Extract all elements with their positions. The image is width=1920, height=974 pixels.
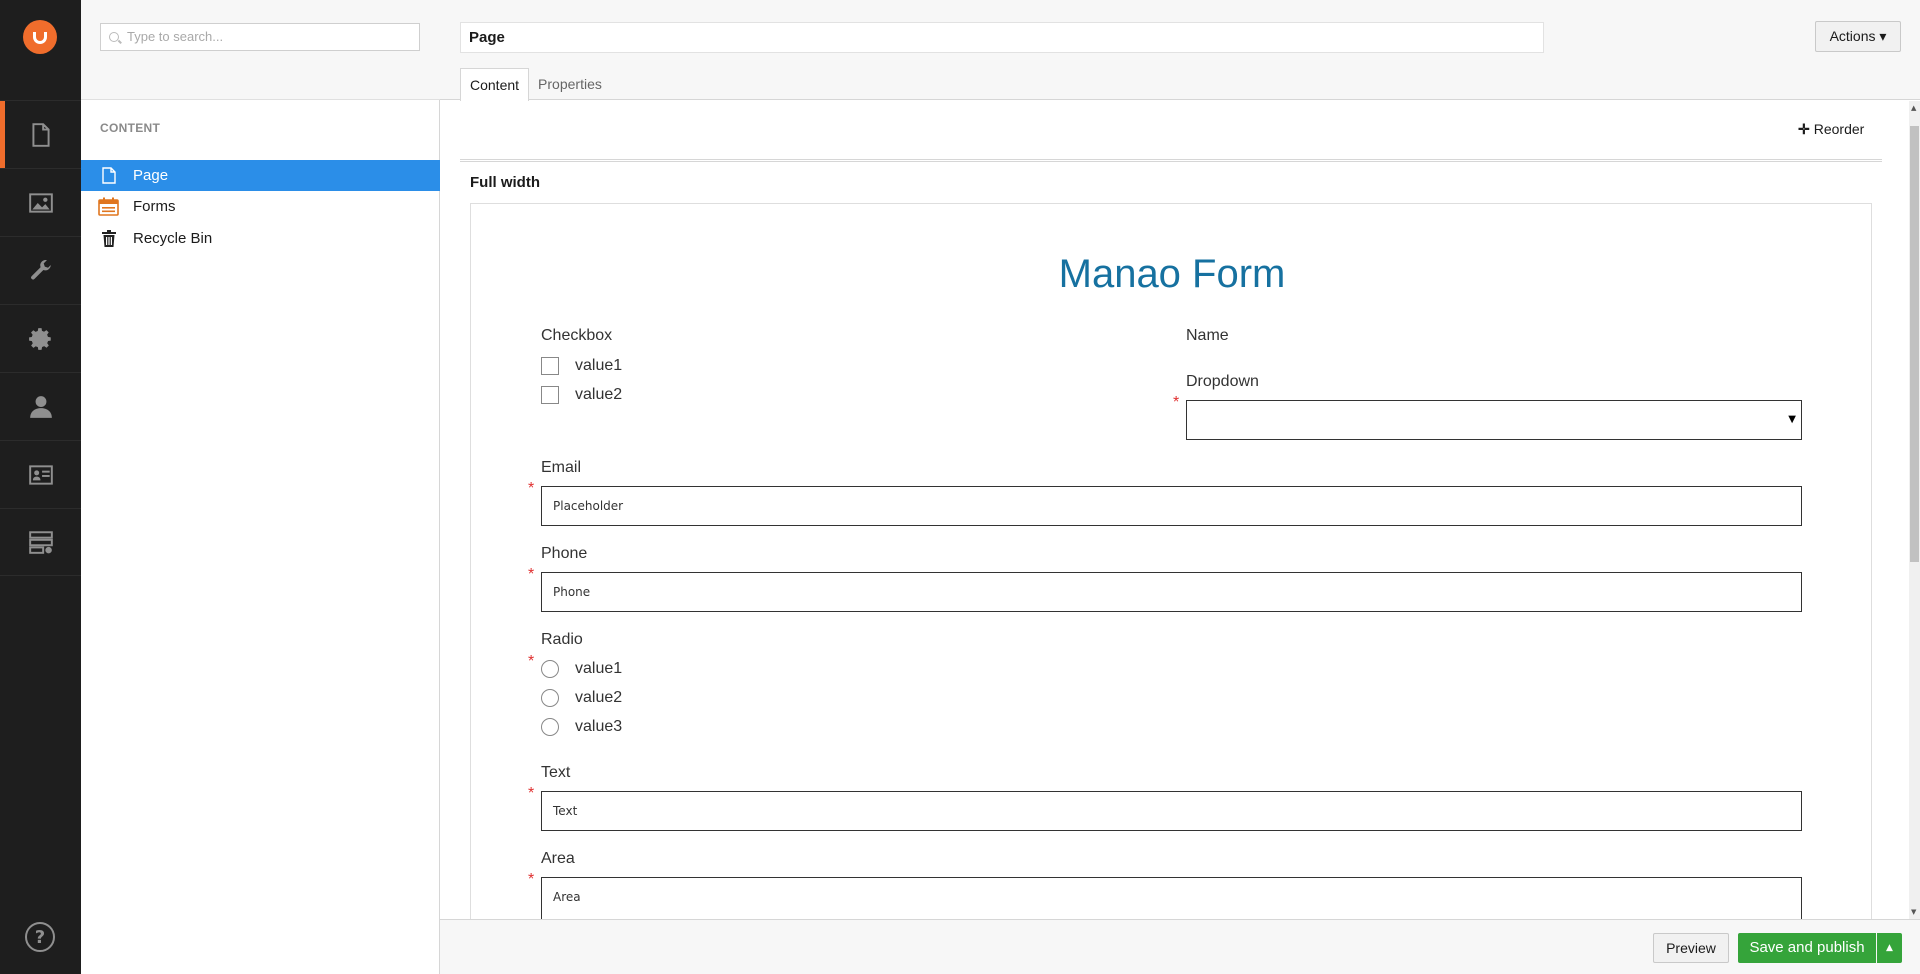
area-label: Area xyxy=(541,850,575,867)
radio-option-label: value3 xyxy=(575,718,623,735)
id-card-icon[interactable] xyxy=(0,440,81,508)
document-icon xyxy=(101,167,117,185)
forms-icon xyxy=(98,197,119,216)
radio-value2[interactable] xyxy=(541,689,559,707)
radio-value3[interactable] xyxy=(541,718,559,736)
tree-item-page[interactable]: Page xyxy=(81,160,440,191)
email-label: Email xyxy=(541,459,582,476)
editor-header: Page Actions ▾ Content Properties xyxy=(440,0,1920,101)
form-preview: Manao Form Checkbox value1 value2 Name D… xyxy=(470,203,1872,919)
required-mark: * xyxy=(528,653,535,670)
form-title: Manao Form xyxy=(1058,252,1286,296)
tree-item-recycle-bin[interactable]: Recycle Bin xyxy=(81,223,440,254)
radio-label: Radio xyxy=(541,631,583,648)
required-mark: * xyxy=(528,480,535,497)
forms-section-icon[interactable] xyxy=(0,508,81,576)
dropdown-select[interactable]: ▼ xyxy=(1186,400,1802,440)
text-label: Text xyxy=(541,764,571,781)
tab-content[interactable]: Content xyxy=(460,68,530,101)
tree-item-label: Recycle Bin xyxy=(133,230,213,247)
email-field[interactable]: Placeholder xyxy=(541,486,1802,526)
node-name-input[interactable]: Page xyxy=(460,22,1544,53)
wrench-icon[interactable] xyxy=(0,236,81,304)
help-icon[interactable]: ? xyxy=(25,922,55,952)
user-icon[interactable] xyxy=(0,372,81,440)
caret-up-icon[interactable]: ▲ xyxy=(1877,933,1902,963)
text-field[interactable]: Text xyxy=(541,791,1802,831)
tree-item-forms[interactable]: Forms xyxy=(81,191,440,222)
checkbox-value2[interactable] xyxy=(541,386,559,404)
scroll-down-icon[interactable]: ▼ xyxy=(1911,908,1916,916)
phone-field[interactable]: Phone xyxy=(541,572,1802,612)
radio-option-label: value2 xyxy=(575,689,623,706)
umbraco-logo-icon[interactable] xyxy=(23,20,57,54)
phone-label: Phone xyxy=(541,545,588,562)
search-placeholder: Type to search... xyxy=(127,29,224,44)
scroll-up-icon[interactable]: ▲ xyxy=(1911,104,1916,112)
radio-option-label: value1 xyxy=(575,660,623,677)
dropdown-label: Dropdown xyxy=(1186,373,1259,390)
reorder-label: Reorder xyxy=(1813,121,1865,137)
gear-icon[interactable] xyxy=(0,304,81,372)
save-and-publish-button[interactable]: Save and publish xyxy=(1738,933,1876,963)
checkbox-value1[interactable] xyxy=(541,357,559,375)
trash-icon xyxy=(101,230,117,248)
content-section-icon[interactable] xyxy=(0,100,81,168)
grid-section-label: Full width xyxy=(470,174,540,191)
name-label: Name xyxy=(1186,327,1229,344)
app-window: ? Type to search... CONTENT Page Forms R… xyxy=(0,0,1920,974)
checkbox-label: Checkbox xyxy=(541,327,613,344)
checkbox-option-label: value2 xyxy=(575,386,623,403)
actions-button[interactable]: Actions ▾ xyxy=(1815,21,1901,52)
content-tree: Type to search... CONTENT Page Forms Rec… xyxy=(81,0,440,974)
move-icon: ✛ xyxy=(1798,121,1810,137)
required-mark: * xyxy=(528,785,535,802)
tree-root-label: CONTENT xyxy=(100,121,161,135)
tree-item-label: Forms xyxy=(133,198,176,215)
tab-properties[interactable]: Properties xyxy=(529,68,611,101)
preview-button[interactable]: Preview xyxy=(1653,933,1729,963)
radio-value1[interactable] xyxy=(541,660,559,678)
section-bar: ? xyxy=(0,0,81,974)
search-input[interactable]: Type to search... xyxy=(100,23,420,51)
area-textarea[interactable]: Area xyxy=(541,877,1802,919)
media-section-icon[interactable] xyxy=(0,168,81,236)
required-mark: * xyxy=(1173,394,1180,411)
reorder-button[interactable]: ✛ Reorder xyxy=(1798,121,1864,138)
required-mark: * xyxy=(528,566,535,583)
chevron-down-icon: ▼ xyxy=(1788,414,1796,425)
scrollbar-thumb[interactable] xyxy=(1910,126,1919,562)
editor-footer: Preview Save and publish ▲ xyxy=(440,919,1920,974)
tree-item-label: Page xyxy=(133,167,169,184)
editor-tabs: Content Properties xyxy=(460,68,611,101)
tree-header: Type to search... xyxy=(81,0,440,100)
search-icon xyxy=(109,32,119,42)
checkbox-option-label: value1 xyxy=(575,357,623,374)
editor-scrollbar[interactable]: ▲ ▼ xyxy=(1909,101,1920,919)
editor-content: ✛ Reorder Full width Manao Form Checkbox … xyxy=(440,101,1909,919)
required-mark: * xyxy=(528,871,535,888)
section-divider xyxy=(460,159,1882,162)
